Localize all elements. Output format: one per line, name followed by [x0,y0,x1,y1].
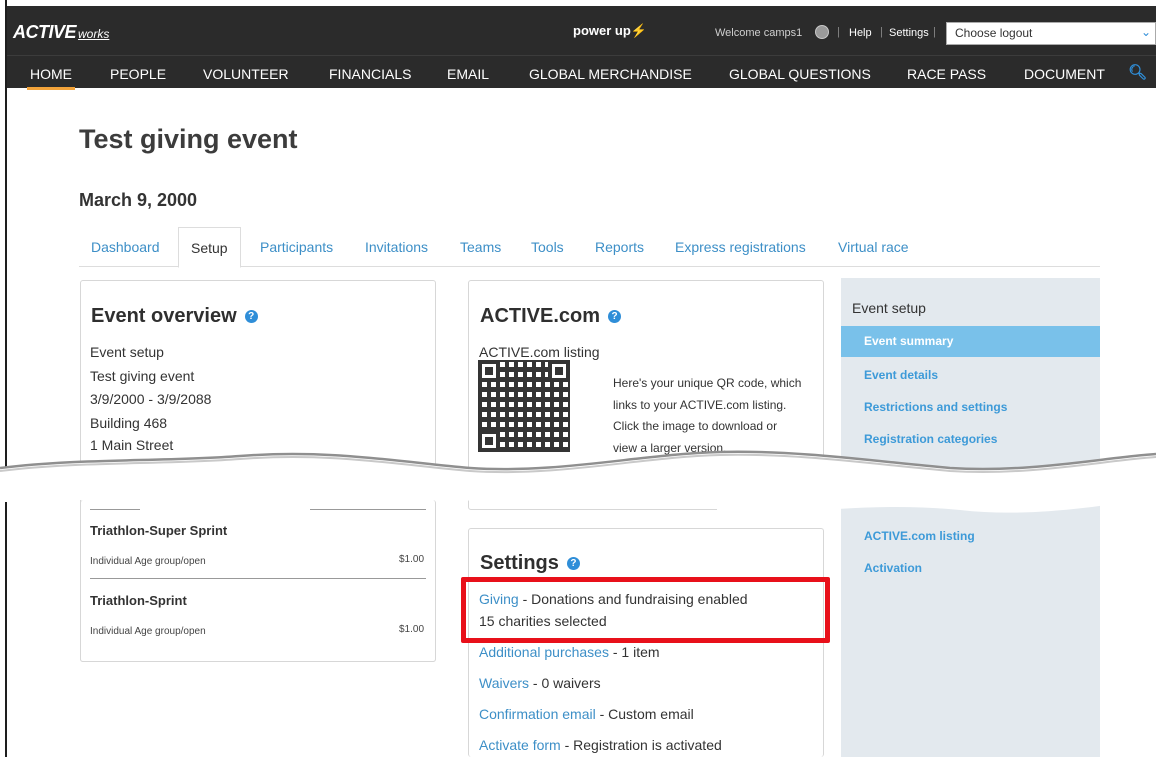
nav-document[interactable]: DOCUMENT [1024,66,1105,82]
divider [310,509,426,510]
logo-sub: works [78,27,110,41]
help-icon[interactable]: ? [566,557,580,571]
separator: | [837,26,840,38]
sidebar-heading: Event setup [852,300,926,316]
registration-name: Triathlon-Super Sprint [90,523,228,538]
nav-global-questions[interactable]: GLOBAL QUESTIONS [729,66,871,82]
registration-price: $1.00 [399,624,425,635]
activeworks-logo[interactable]: ACTIVE works [13,22,109,43]
help-icon[interactable]: ? [608,310,622,324]
event-setup-link[interactable]: Event setup [90,344,164,360]
logout-value: Choose logout [955,26,1033,40]
event-tabs: Dashboard Setup Participants Invitations… [79,227,1100,268]
event-date: March 9, 2000 [79,190,198,210]
welcome-text: Welcome camps1 [715,27,803,39]
tab-virtual-race[interactable]: Virtual race [838,239,909,255]
globe-icon[interactable] [815,25,829,39]
settings-row-text: - Registration is activated [560,737,722,753]
overview-event-name: Test giving event [90,368,195,384]
separator: | [880,26,883,38]
divider [90,509,140,510]
main-nav: HOME PEOPLE VOLUNTEER FINANCIALS EMAIL G… [7,55,1156,90]
settings-row-text: - 0 waivers [529,675,601,691]
top-bar: ACTIVE works power up⚡ Welcome camps1 | H… [7,6,1156,55]
overview-building: Building 468 [90,415,168,431]
tab-reports[interactable]: Reports [595,239,644,255]
nav-global-merchandise[interactable]: GLOBAL MERCHANDISE [529,66,692,82]
active-heading: ACTIVE.com? [480,305,622,328]
nav-people[interactable]: PEOPLE [110,66,166,82]
sidebar-item-event-details[interactable]: Event details [864,368,938,382]
confirmation-email-link[interactable]: Confirmation email [479,706,596,722]
tab-tools[interactable]: Tools [531,239,564,255]
bolt-icon: ⚡ [630,23,647,38]
tab-teams[interactable]: Teams [460,239,501,255]
sidebar-item-event-summary[interactable]: Event summary [841,326,1100,357]
logout-select[interactable]: Choose logout ⌄ [946,22,1156,45]
powerup-label: power up [573,23,631,38]
highlight-annotation-box [461,577,830,643]
nav-race-pass[interactable]: RACE PASS [907,66,986,82]
qr-code-image[interactable] [478,360,570,452]
settings-heading: Settings? [480,552,580,575]
qr-desc-line: Click the image to download or [613,419,778,433]
overview-title: Event overview [91,305,237,327]
tab-participants[interactable]: Participants [260,239,333,255]
tab-setup[interactable]: Setup [178,227,241,268]
divider [595,509,717,510]
settings-row-activate: Activate form - Registration is activate… [479,737,722,753]
settings-row-text: - 1 item [608,644,660,660]
active-title: ACTIVE.com [480,305,601,327]
qr-finder [548,360,570,382]
activate-form-link[interactable]: Activate form [479,737,561,753]
divider [90,578,426,579]
qr-desc-line: Here's your unique QR code, which [613,376,802,390]
nav-financials[interactable]: FINANCIALS [329,66,411,82]
tab-express-registrations[interactable]: Express registrations [675,239,806,255]
sidebar-item-active-listing[interactable]: ACTIVE.com listing [864,529,975,543]
powerup-link[interactable]: power up⚡ [573,23,647,39]
page-title: Test giving event [79,124,298,154]
overview-dates: 3/9/2000 - 3/9/2088 [90,391,212,407]
tab-invitations[interactable]: Invitations [365,239,428,255]
sidebar-item-activation[interactable]: Activation [864,561,922,575]
settings-row-waivers: Waivers - 0 waivers [479,675,601,691]
help-link[interactable]: Help [849,27,872,39]
registration-name: Triathlon-Sprint [90,593,187,608]
chevron-down-icon: ⌄ [1140,25,1151,39]
settings-link[interactable]: Settings [889,27,929,39]
registration-price: $1.00 [399,554,425,565]
tab-dashboard[interactable]: Dashboard [91,239,160,255]
settings-row-confirmation: Confirmation email - Custom email [479,706,694,722]
active-listing-link[interactable]: ACTIVE.com listing [479,344,600,360]
registration-type: Individual Age group/open [90,626,206,637]
sidebar-item-restrictions[interactable]: Restrictions and settings [864,400,1007,414]
waivers-link[interactable]: Waivers [479,675,529,691]
screenshot-frame: ACTIVE works power up⚡ Welcome camps1 | H… [0,0,1156,757]
additional-purchases-link[interactable]: Additional purchases [479,644,609,660]
settings-row-text: - Custom email [595,706,694,722]
search-icon[interactable]: 🔍︎ [1128,63,1147,81]
help-icon[interactable]: ? [244,310,258,324]
logo-main: ACTIVE [13,22,77,42]
overview-heading: Event overview? [91,305,258,328]
nav-email[interactable]: EMAIL [447,66,489,82]
settings-title: Settings [480,552,559,574]
settings-row-purchases: Additional purchases - 1 item [479,644,660,660]
qr-finder [478,360,500,382]
frame-left-border [0,0,7,757]
nav-home[interactable]: HOME [27,66,75,90]
sidebar-item-label: Event summary [864,334,954,348]
registration-type: Individual Age group/open [90,556,206,567]
nav-volunteer[interactable]: VOLUNTEER [203,66,289,82]
qr-desc-line: links to your ACTIVE.com listing. [613,398,787,412]
separator: | [933,26,936,38]
